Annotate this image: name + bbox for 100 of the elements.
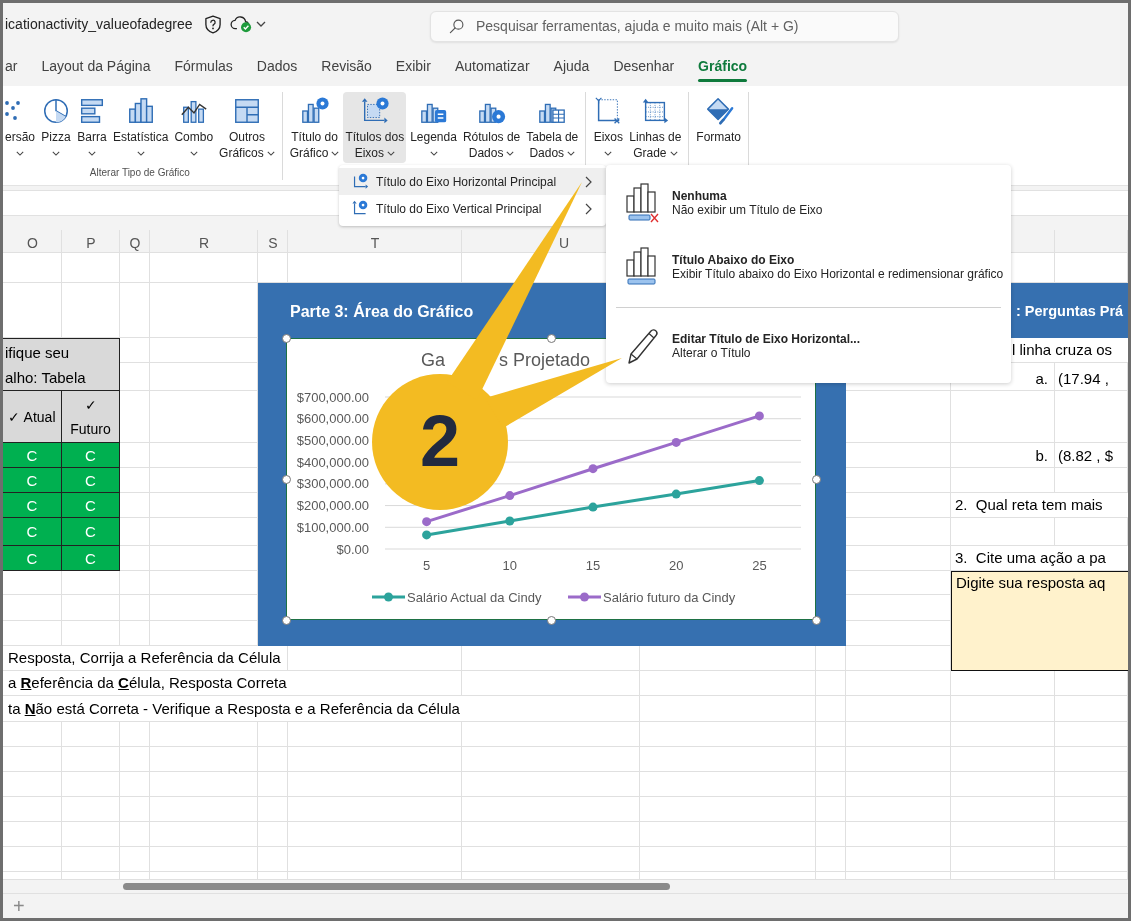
- ribbon-button[interactable]: Pizza: [39, 92, 74, 163]
- data-point: [422, 517, 432, 527]
- bar-chart-cross-icon: [624, 182, 660, 224]
- axis-frame-badge-icon: [359, 96, 390, 126]
- ribbon-button[interactable]: Legenda: [408, 92, 459, 163]
- y-axis-label: $600,000.00: [296, 411, 369, 427]
- ribbon-button[interactable]: Rótulos de Dados: [460, 92, 523, 163]
- document-title: icationactivity_valueofadegree: [5, 16, 193, 32]
- bar-chart-badge-icon: [299, 96, 330, 126]
- column-header[interactable]: U: [558, 233, 570, 252]
- ribbon-button[interactable]: Título do Gráfico: [287, 92, 342, 163]
- option-label: b.: [1034, 446, 1049, 466]
- resize-handle[interactable]: [546, 615, 556, 625]
- chevron-right-icon: [585, 202, 592, 215]
- column-header[interactable]: Q: [129, 233, 141, 252]
- ribbon-tab[interactable]: Desenhar: [613, 45, 675, 86]
- column-header[interactable]: R: [198, 233, 210, 252]
- data-point: [754, 411, 764, 421]
- step-number: 2: [420, 405, 461, 477]
- table-cell: C: [3, 468, 62, 493]
- scatter-dots-icon: [5, 101, 20, 120]
- y-axis-label: $100,000.00: [296, 519, 369, 535]
- search-icon: [449, 18, 464, 34]
- table-cell: C: [62, 518, 120, 546]
- y-axis-label: $300,000.00: [296, 476, 369, 492]
- column-header[interactable]: O: [27, 233, 38, 252]
- y-axis-label: $0.00: [336, 541, 369, 557]
- ribbon-tab[interactable]: ar: [5, 45, 18, 86]
- ribbon-button[interactable]: Barra: [75, 92, 110, 163]
- group-label: Alterar Tipo de Gráfico: [88, 167, 191, 178]
- ribbon-button[interactable]: Combo: [172, 92, 216, 163]
- data-point: [671, 489, 681, 499]
- chevron-down-icon[interactable]: [255, 21, 266, 27]
- table-cell: C: [62, 443, 120, 468]
- ribbon-tab[interactable]: Dados: [256, 45, 298, 86]
- ribbon-tab[interactable]: Gráfico: [698, 45, 748, 86]
- ribbon-tab[interactable]: Automatizar: [454, 45, 530, 86]
- ribbon-button[interactable]: Estatística: [111, 92, 171, 163]
- data-point: [422, 530, 432, 540]
- table-header-cell: ifique seu alho: Tabela: [3, 338, 120, 391]
- table-cell: C: [62, 493, 120, 518]
- cloud-check-icon[interactable]: [229, 15, 252, 33]
- ribbon-tab[interactable]: Fórmulas: [174, 45, 233, 86]
- resize-handle[interactable]: [811, 474, 821, 484]
- gridlines-icon: [640, 96, 671, 126]
- ribbon-button[interactable]: Tabela de Dados: [524, 92, 581, 163]
- x-axis-label: 20: [668, 558, 684, 573]
- search-field[interactable]: Pesquisar ferramentas, ajuda e muito mais (Alt + G): [430, 10, 899, 42]
- ribbon-button[interactable]: Formato: [694, 92, 744, 163]
- table-header-cell: ✓ Futuro: [62, 391, 120, 443]
- ribbon-tab[interactable]: Exibir: [395, 45, 431, 86]
- y-axis-label: $400,000.00: [296, 454, 369, 470]
- table-header-cell: ✓ Atual: [3, 391, 62, 443]
- axis-title-icon: [352, 200, 369, 217]
- option-text: (8.82 , $: [1057, 446, 1115, 466]
- column-header[interactable]: P: [86, 233, 96, 252]
- ribbon-button[interactable]: Títulos dos Eixos: [343, 92, 407, 163]
- data-point: [588, 464, 598, 474]
- answer-box[interactable]: Digite sua resposta aq: [951, 571, 1128, 671]
- legend-label: Salário Actual da Cindy: [407, 589, 542, 605]
- data-point: [505, 491, 515, 501]
- ribbon-tab[interactable]: Ajuda: [553, 45, 590, 86]
- y-axis-label: $500,000.00: [296, 432, 369, 448]
- data-point: [671, 437, 681, 447]
- ribbon-button[interactable]: Outros Gráficos: [217, 92, 277, 163]
- table-cell: C: [3, 518, 62, 546]
- menu-item[interactable]: Nenhuma Não exibir um Título de Eixo: [606, 171, 1011, 235]
- data-point: [588, 502, 598, 512]
- data-point: [505, 516, 515, 526]
- ribbon-button[interactable]: Eixos: [591, 92, 626, 163]
- ribbon-tab[interactable]: Layout da Página: [41, 45, 151, 86]
- chart-title: Ga: [421, 350, 445, 370]
- resize-handle[interactable]: [281, 333, 291, 343]
- resize-handle[interactable]: [546, 333, 556, 343]
- ribbon-button[interactable]: ersão: [3, 92, 38, 163]
- data-point: [754, 476, 764, 486]
- column-header[interactable]: S: [268, 233, 278, 252]
- option-label: a.: [1034, 369, 1049, 389]
- panel-title: Parte 3: Área do Gráfico: [289, 301, 474, 322]
- menu-item[interactable]: Título do Eixo Horizontal Principal: [339, 168, 606, 195]
- y-axis-label: $200,000.00: [296, 498, 369, 514]
- resize-handle[interactable]: [811, 615, 821, 625]
- table-cell: C: [62, 546, 120, 571]
- ribbon-button[interactable]: Linhas de Grade: [627, 92, 684, 163]
- table-cell: C: [3, 443, 62, 468]
- chevron-right-icon: [585, 175, 592, 188]
- x-axis-label: 10: [502, 558, 518, 573]
- ribbon-tab[interactable]: Revisão: [321, 45, 372, 86]
- x-axis-label: 5: [423, 558, 431, 573]
- resize-handle[interactable]: [281, 615, 291, 625]
- table-cell: C: [3, 493, 62, 518]
- chart-title: s Projetado: [499, 350, 591, 370]
- table-cell: C: [3, 546, 62, 571]
- option-text: (17.94 ,: [1057, 369, 1110, 389]
- legend-label: Salário futuro da Cindy: [603, 589, 736, 605]
- scrollbar-thumb[interactable]: [123, 883, 670, 890]
- y-axis-label: $700,000.00: [296, 389, 369, 405]
- resize-handle[interactable]: [281, 474, 291, 484]
- axis-title-icon: [352, 173, 369, 190]
- shield-question-icon[interactable]: [204, 14, 221, 34]
